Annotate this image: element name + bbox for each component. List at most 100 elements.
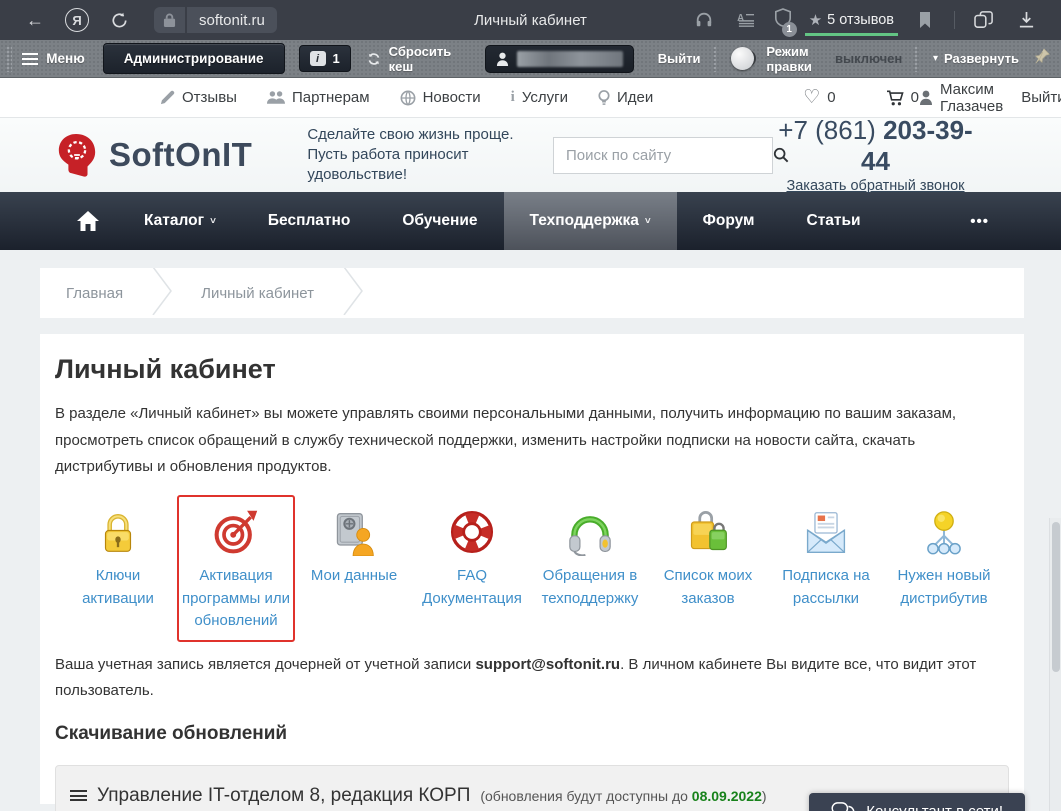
shield-badge: 1	[782, 22, 797, 37]
nav-item-forum[interactable]: Форум	[677, 192, 781, 250]
info-icon: i	[310, 51, 326, 66]
nav-label: Бесплатно	[268, 212, 350, 230]
nav-item-support[interactable]: Техподдержка ˅	[504, 192, 677, 250]
breadcrumb-chevron-icon	[342, 268, 392, 318]
chat-icon	[831, 802, 855, 811]
site-search	[553, 137, 773, 174]
admin-menu-button[interactable]: Меню	[22, 51, 84, 66]
toggle-knob	[731, 47, 754, 70]
clear-cache-button[interactable]: Сбросить кеш	[367, 44, 459, 74]
consultant-label: Консультант в сети!	[866, 803, 1003, 811]
tile-new-distributive[interactable]: Нужен новый дистрибутив	[885, 495, 1003, 619]
people-icon	[267, 90, 285, 105]
downloads-icon[interactable]	[1012, 6, 1040, 34]
admin-user-button[interactable]	[485, 45, 634, 73]
parent-account-email: support@softonit.ru	[475, 656, 620, 673]
tile-my-orders[interactable]: Список моих заказов	[649, 495, 767, 619]
favorites-button[interactable]: ♡ 0	[803, 86, 835, 109]
hamburger-icon	[22, 53, 38, 65]
tile-label: Список моих заказов	[653, 565, 763, 610]
nav-more-icon[interactable]: •••	[956, 192, 1003, 250]
address-bar[interactable]: softonit.ru	[187, 7, 277, 33]
nav-item-free[interactable]: Бесплатно	[242, 192, 376, 250]
tile-newsletter[interactable]: Подписка на рассылки	[767, 495, 885, 619]
pencil-icon	[160, 90, 175, 105]
panel-grip-handle[interactable]	[6, 46, 12, 72]
nav-item-catalog[interactable]: Каталог ˅	[118, 192, 242, 250]
nav-label: Статьи	[807, 212, 861, 230]
toolbar-link-label: Услуги	[522, 89, 568, 106]
toolbar-link-label: Отзывы	[182, 89, 237, 106]
distribution-icon	[921, 504, 967, 556]
edit-mode-toggle[interactable]	[733, 50, 756, 67]
nav-item-training[interactable]: Обучение	[376, 192, 503, 250]
breadcrumb-home[interactable]: Главная	[66, 285, 123, 302]
tile-my-data[interactable]: Мои данные	[295, 495, 413, 597]
tile-faq-docs[interactable]: FAQ Документация	[413, 495, 531, 619]
nav-label: Каталог	[144, 212, 204, 230]
lifebuoy-icon	[448, 504, 496, 556]
tile-activation-keys[interactable]: Ключи активации	[59, 495, 177, 619]
site-logout-link[interactable]: Выйти	[1021, 89, 1061, 106]
tabs-panel-icon[interactable]	[970, 6, 998, 34]
protect-shield-icon[interactable]: 1	[774, 8, 792, 33]
availability-note: (обновления будут доступны до 08.09.2022…	[480, 788, 766, 804]
consultant-online-button[interactable]: Консультант в сети!	[809, 793, 1025, 811]
search-input[interactable]	[554, 147, 773, 164]
admin-username-redacted	[517, 51, 623, 67]
nav-item-articles[interactable]: Статьи	[781, 192, 887, 250]
breadcrumb: Главная Личный кабинет	[40, 268, 1024, 318]
yandex-logo-icon[interactable]: Я	[63, 6, 91, 34]
reader-mode-icon[interactable]: A	[732, 6, 760, 34]
site-logo[interactable]: SoftOnIT	[55, 132, 252, 178]
cart-button[interactable]: 0	[886, 89, 919, 106]
shopping-bags-icon	[686, 504, 730, 556]
lock-icon	[98, 504, 138, 556]
admin-logout-button[interactable]: Выйти	[658, 51, 701, 66]
personal-account-card: Личный кабинет В разделе «Личный кабинет…	[40, 334, 1024, 804]
site-header: SoftOnIT Сделайте свою жизнь проще. Пуст…	[0, 118, 1061, 192]
admin-panel: Меню Администрирование i 1 Сбросить кеш …	[0, 40, 1061, 78]
toolbar-link-reviews[interactable]: Отзывы	[160, 89, 237, 106]
pin-panel-icon[interactable]	[1033, 47, 1051, 70]
tile-label: Обращения в техподдержку	[535, 565, 645, 610]
toolbar-link-news[interactable]: Новости	[400, 89, 481, 106]
main-nav: Каталог ˅ Бесплатно Обучение Техподдержк…	[0, 192, 1061, 250]
heart-icon: ♡	[803, 86, 820, 109]
scrollbar-thumb[interactable]	[1052, 522, 1060, 672]
nav-home[interactable]	[58, 192, 118, 250]
divider	[713, 46, 718, 72]
notifications-button[interactable]: i 1	[299, 45, 351, 72]
toolbar-link-ideas[interactable]: Идеи	[598, 89, 653, 106]
tile-activate-program[interactable]: Активация программы или обновлений	[177, 495, 295, 642]
svg-text:A: A	[737, 13, 744, 24]
breadcrumb-chevron-icon	[151, 268, 201, 318]
content-area: Главная Личный кабинет Личный кабинет В …	[0, 268, 1061, 811]
expand-panel-button[interactable]: ▾ Развернуть	[933, 51, 1019, 66]
tile-support-requests[interactable]: Обращения в техподдержку	[531, 495, 649, 619]
star-icon: ★	[809, 11, 822, 29]
headphones-toolbar-icon[interactable]	[690, 6, 718, 34]
phone-number[interactable]: +7 (861) 203-39-44	[773, 115, 978, 177]
tile-label: Мои данные	[311, 565, 397, 588]
caret-down-icon: ▾	[933, 53, 938, 64]
favorites-count: 0	[827, 89, 835, 106]
divider	[954, 11, 955, 29]
reviews-rating[interactable]: ★ 5 отзывов	[805, 5, 898, 36]
back-icon[interactable]: ←	[21, 6, 49, 34]
admin-menu-label: Меню	[46, 51, 84, 66]
profile-link[interactable]: Максим Глазачев	[919, 81, 1003, 115]
tile-label: Подписка на рассылки	[771, 565, 881, 610]
toolbar-link-services[interactable]: i Услуги	[511, 89, 568, 106]
toolbar-link-partners[interactable]: Партнерам	[267, 89, 370, 106]
site-tagline: Сделайте свою жизнь проще. Пусть работа …	[307, 125, 523, 186]
bookmark-icon[interactable]	[911, 6, 939, 34]
page-scrollbar[interactable]	[1049, 518, 1061, 811]
refresh-icon[interactable]	[105, 6, 133, 34]
administration-button[interactable]: Администрирование	[103, 43, 285, 74]
contact-block: +7 (861) 203-39-44 Заказать обратный зво…	[773, 115, 1006, 195]
headphones-icon	[567, 504, 613, 556]
target-icon	[212, 504, 260, 556]
browser-chrome: ← Я softonit.ru Личный кабинет A 1 ★ 5 о…	[0, 0, 1061, 40]
site-security-lock-icon[interactable]	[154, 7, 185, 33]
